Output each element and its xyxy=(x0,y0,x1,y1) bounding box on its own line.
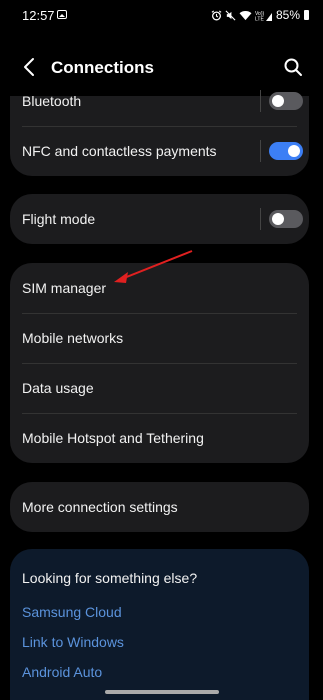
data-usage-label: Data usage xyxy=(22,380,94,396)
bluetooth-row[interactable]: Bluetooth xyxy=(10,76,309,126)
flight-mode-row[interactable]: Flight mode xyxy=(10,194,309,244)
more-connection-settings-row[interactable]: More connection settings xyxy=(10,482,309,532)
samsung-cloud-link[interactable]: Samsung Cloud xyxy=(22,604,122,620)
hotspot-row[interactable]: Mobile Hotspot and Tethering xyxy=(10,413,309,463)
looking-for-something-else-card: Looking for something else? Samsung Clou… xyxy=(10,549,309,700)
signal-icon: Vo))LTE xyxy=(255,11,272,21)
wifi-icon xyxy=(239,10,252,20)
nfc-row[interactable]: NFC and contactless payments xyxy=(10,126,309,176)
mute-icon xyxy=(225,10,236,20)
more-connection-settings-label: More connection settings xyxy=(22,499,178,515)
bluetooth-toggle[interactable] xyxy=(269,92,303,110)
mobile-networks-label: Mobile networks xyxy=(22,330,124,346)
more-settings-group: More connection settings xyxy=(10,482,309,532)
nfc-label: NFC and contactless payments xyxy=(22,143,217,159)
help-title: Looking for something else? xyxy=(22,570,198,586)
toggle-knob xyxy=(288,145,300,157)
toggle-separator xyxy=(260,208,261,230)
toggle-knob xyxy=(272,213,284,225)
toggle-knob xyxy=(272,95,284,107)
sim-manager-label: SIM manager xyxy=(22,280,107,296)
flight-mode-label: Flight mode xyxy=(22,211,96,227)
link-to-windows-link[interactable]: Link to Windows xyxy=(22,634,124,650)
network-group: SIM manager Mobile networks Data usage M… xyxy=(10,263,309,463)
toggle-separator xyxy=(260,140,261,162)
battery-icon xyxy=(304,10,309,20)
flight-mode-toggle[interactable] xyxy=(269,210,303,228)
gallery-icon xyxy=(57,10,67,19)
hotspot-label: Mobile Hotspot and Tethering xyxy=(22,430,204,446)
status-bar: 12:57 Vo)) LTE 85% xyxy=(0,0,323,34)
page-title: Connections xyxy=(51,58,154,77)
sim-manager-row[interactable]: SIM manager xyxy=(10,263,309,313)
toggle-separator xyxy=(260,90,261,112)
svg-text:LTE: LTE xyxy=(255,16,264,21)
mobile-networks-row[interactable]: Mobile networks xyxy=(10,313,309,363)
bluetooth-label: Bluetooth xyxy=(22,93,82,109)
data-usage-row[interactable]: Data usage xyxy=(10,363,309,413)
wireless-group: Bluetooth NFC and contactless payments xyxy=(10,90,309,176)
nfc-toggle[interactable] xyxy=(269,142,303,160)
alarm-icon xyxy=(211,9,222,20)
android-auto-link[interactable]: Android Auto xyxy=(22,664,102,680)
home-indicator xyxy=(105,690,219,694)
status-time: 12:57 xyxy=(22,8,55,23)
status-icons: Vo)) LTE 85% xyxy=(211,8,309,22)
flight-mode-group: Flight mode xyxy=(10,194,309,244)
battery-percent: 85% xyxy=(275,8,300,22)
